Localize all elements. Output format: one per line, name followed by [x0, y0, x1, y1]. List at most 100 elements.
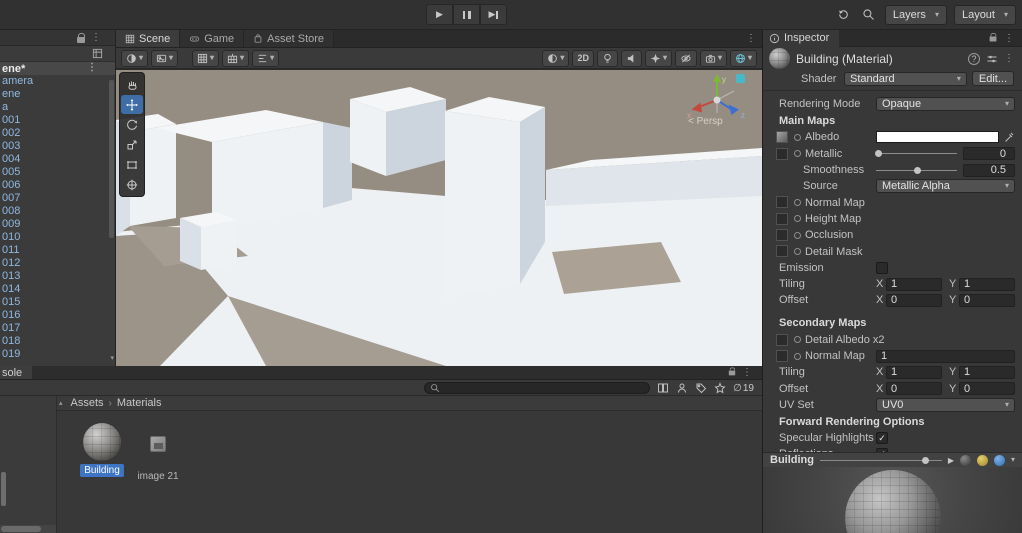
lock-icon[interactable]	[729, 370, 735, 375]
hierarchy-item[interactable]: 001	[0, 114, 115, 127]
hierarchy-item[interactable]: 015	[0, 296, 115, 309]
offset-y-field[interactable]: 0	[959, 294, 1015, 307]
step-button[interactable]: ▶	[480, 4, 507, 25]
layers-dropdown[interactable]: Layers ▾	[885, 5, 947, 25]
horizontal-scrollbar[interactable]	[0, 525, 56, 533]
emission-checkbox[interactable]	[876, 262, 888, 274]
texture-picker-dot[interactable]	[794, 353, 801, 360]
hierarchy-item[interactable]: 011	[0, 244, 115, 257]
rendering-mode-dropdown[interactable]: Opaque▾	[876, 97, 1015, 111]
snap-settings-dropdown[interactable]: ▾	[222, 50, 249, 67]
detail-albedo-texture-slot[interactable]	[776, 334, 788, 346]
hierarchy-scrollbar[interactable]	[109, 80, 114, 238]
scene-visibility-button[interactable]	[675, 50, 697, 67]
slider-thumb[interactable]	[875, 150, 882, 157]
preview-play-icon[interactable]: ▶	[948, 456, 954, 465]
tab-game[interactable]: Game	[180, 30, 244, 47]
scene-menu-icon[interactable]: ⋮	[87, 62, 97, 73]
lock-icon[interactable]	[77, 37, 85, 43]
tab-asset-store[interactable]: Asset Store	[244, 30, 334, 47]
shader-dropdown[interactable]: Standard▾	[844, 72, 967, 86]
secondary-normal-texture-slot[interactable]	[776, 350, 788, 362]
hierarchy-item[interactable]: 016	[0, 309, 115, 322]
search-button[interactable]	[860, 5, 878, 25]
grid-visibility-dropdown[interactable]: ▾	[192, 50, 219, 67]
hierarchy-item[interactable]: 003	[0, 140, 115, 153]
context-menu-icon[interactable]: ⋮	[1004, 53, 1014, 64]
hidden-count-badge[interactable]: ∅19	[733, 383, 754, 394]
toggle-2d-button[interactable]: 2D	[572, 50, 594, 67]
material-preview-area[interactable]	[763, 467, 1022, 533]
hierarchy-item[interactable]: 010	[0, 231, 115, 244]
texture-slot[interactable]	[776, 245, 788, 257]
tiling-x-field[interactable]: 1	[886, 366, 942, 379]
metallic-texture-slot[interactable]	[776, 148, 788, 160]
scene-lighting-button[interactable]	[597, 50, 618, 67]
rotate-tool-button[interactable]	[121, 115, 143, 134]
snap-increment-dropdown[interactable]: ▾	[252, 50, 279, 67]
favorite-star-icon[interactable]	[714, 382, 726, 394]
pause-button[interactable]	[453, 4, 480, 25]
hierarchy-item[interactable]: 004	[0, 153, 115, 166]
texture-picker-dot[interactable]	[794, 150, 801, 157]
hierarchy-item[interactable]: ene	[0, 88, 115, 101]
albedo-texture-slot[interactable]	[776, 131, 788, 143]
smoothness-value-field[interactable]: 0.5	[963, 164, 1015, 177]
tiling-y-field[interactable]: 1	[959, 366, 1015, 379]
secondary-normal-value-field[interactable]: 1	[876, 350, 1015, 363]
hierarchy-item[interactable]: 008	[0, 205, 115, 218]
hierarchy-item[interactable]: 007	[0, 192, 115, 205]
offset-y-field[interactable]: 0	[959, 382, 1015, 395]
scene-visual-dropdown[interactable]: ▾	[151, 50, 178, 67]
scene-audio-button[interactable]	[621, 50, 642, 67]
slider-thumb[interactable]	[914, 167, 921, 174]
hierarchy-item[interactable]: 013	[0, 270, 115, 283]
horizontal-scrollbar-thumb[interactable]	[1, 526, 41, 532]
tiling-x-field[interactable]: 1	[886, 278, 942, 291]
asset-item-building[interactable]: Building	[79, 423, 125, 477]
metallic-slider[interactable]	[876, 148, 957, 160]
asset-item-image21[interactable]: image 21	[141, 436, 175, 483]
panel-menu-icon[interactable]: ⋮	[746, 33, 756, 44]
scene-viewport[interactable]: y x z < Persp	[116, 70, 762, 366]
offset-x-field[interactable]: 0	[886, 382, 942, 395]
texture-picker-dot[interactable]	[794, 336, 801, 343]
breadcrumb-assets[interactable]: Assets	[71, 397, 104, 409]
hierarchy-item[interactable]: 009	[0, 218, 115, 231]
perspective-label[interactable]: < Persp	[688, 116, 723, 127]
tab-scene[interactable]: Scene	[116, 30, 180, 47]
shader-edit-button[interactable]: Edit...	[972, 71, 1014, 86]
hierarchy-item[interactable]: 006	[0, 179, 115, 192]
texture-picker-dot[interactable]	[794, 232, 801, 239]
panel-menu-icon[interactable]: ⋮	[1004, 33, 1014, 44]
forward-option-checkbox[interactable]: ✓	[876, 448, 888, 452]
help-icon[interactable]: ?	[968, 53, 980, 65]
texture-picker-dot[interactable]	[794, 134, 801, 141]
presets-icon[interactable]	[986, 53, 998, 65]
hierarchy-item[interactable]: 005	[0, 166, 115, 179]
hierarchy-item[interactable]: a	[0, 101, 115, 114]
lock-icon[interactable]	[990, 36, 997, 41]
texture-picker-dot[interactable]	[794, 199, 801, 206]
smoothness-slider[interactable]	[876, 164, 957, 176]
scale-tool-button[interactable]	[121, 135, 143, 154]
user-icon[interactable]	[676, 382, 688, 394]
forward-option-checkbox[interactable]: ✓	[876, 432, 888, 444]
tab-console[interactable]: sole	[0, 366, 32, 379]
panel-menu-icon[interactable]: ⋮	[91, 32, 101, 43]
preview-size-slider[interactable]	[820, 455, 942, 465]
preview-lighting-icon[interactable]	[977, 455, 988, 466]
uv-set-dropdown[interactable]: UV0▾	[876, 398, 1015, 412]
rect-tool-button[interactable]	[121, 155, 143, 174]
draw-mode-dropdown[interactable]: ▾	[121, 50, 148, 67]
hierarchy-item[interactable]: 012	[0, 257, 115, 270]
project-search-input[interactable]	[424, 382, 650, 394]
texture-slot[interactable]	[776, 229, 788, 241]
project-folder-tree[interactable]	[0, 396, 57, 533]
effects-dropdown[interactable]: ▾	[645, 50, 672, 67]
project-assets-grid[interactable]: Building image 21	[57, 411, 762, 533]
move-tool-button[interactable]	[121, 95, 143, 114]
texture-picker-dot[interactable]	[794, 215, 801, 222]
slider-thumb[interactable]	[922, 457, 929, 464]
collapse-icon[interactable]: ▴	[59, 399, 63, 407]
